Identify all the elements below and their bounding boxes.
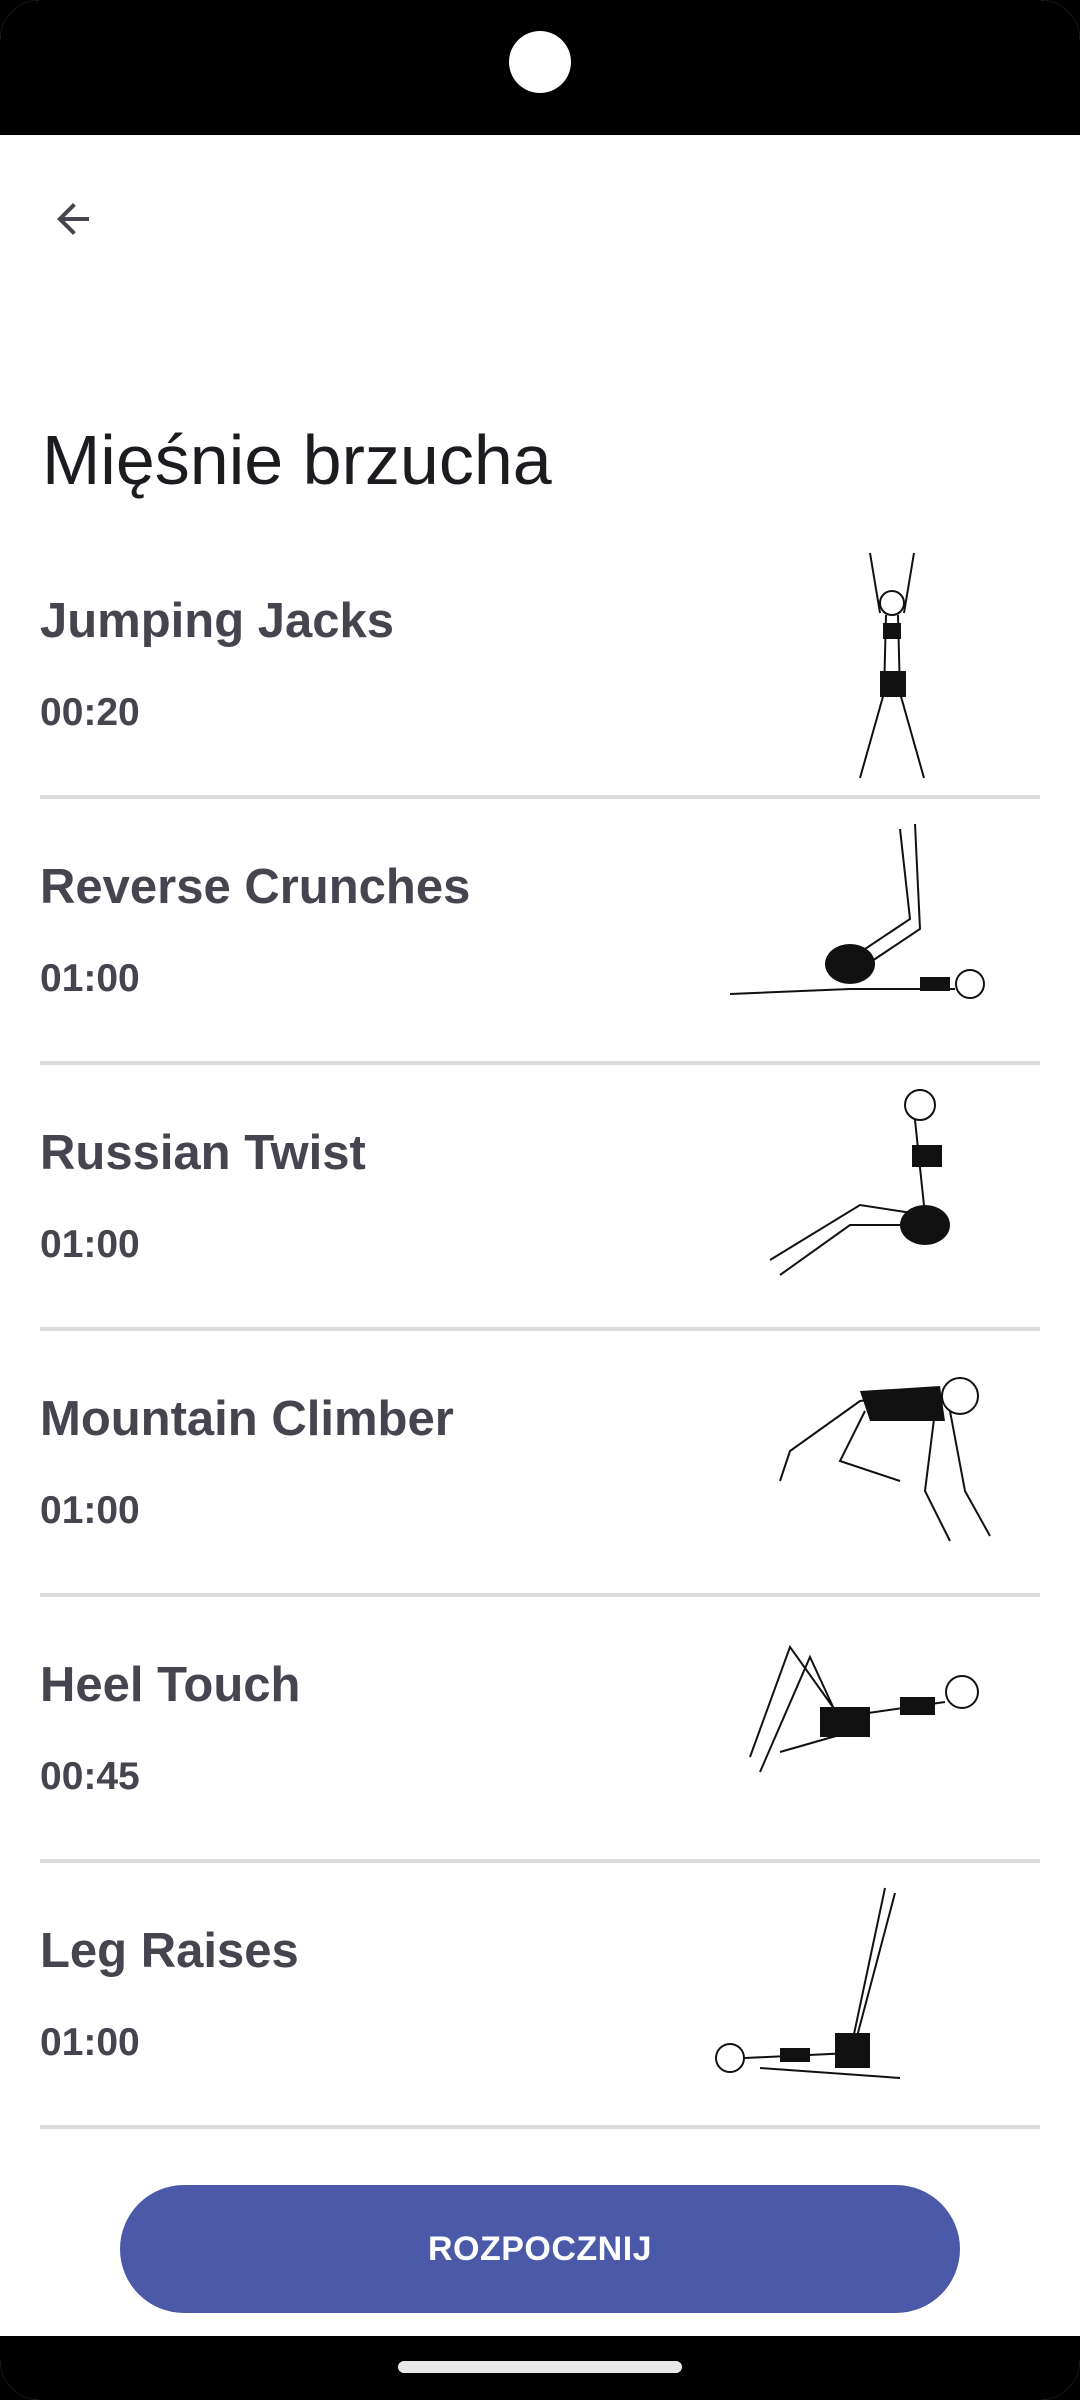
exercise-item-jumping-jacks[interactable]: Jumping Jacks 00:20 xyxy=(40,533,1040,799)
exercise-item-reverse-crunches[interactable]: Reverse Crunches 01:00 xyxy=(40,799,1040,1065)
exercise-duration: 01:00 xyxy=(40,957,140,1000)
exercise-name: Heel Touch xyxy=(40,1658,301,1712)
exercise-item-heel-touch[interactable]: Heel Touch 00:45 xyxy=(40,1597,1040,1863)
navigation-bar xyxy=(0,2336,1080,2400)
status-bar xyxy=(0,0,1080,135)
exercise-name: Mountain Climber xyxy=(40,1392,454,1446)
exercise-duration: 00:45 xyxy=(40,1755,140,1798)
arrow-back-icon xyxy=(57,203,89,235)
home-indicator[interactable] xyxy=(398,2361,682,2373)
mountain-climber-illustration xyxy=(779,1377,991,1542)
heel-touch-illustration xyxy=(749,1644,979,1773)
exercise-name: Jumping Jacks xyxy=(40,594,395,648)
exercise-item-mountain-climber[interactable]: Mountain Climber 01:00 xyxy=(40,1331,1040,1597)
exercise-duration: 00:20 xyxy=(40,691,140,734)
jumping-jacks-illustration xyxy=(859,552,925,779)
exercise-duration: 01:00 xyxy=(40,2021,140,2064)
russian-twist-illustration xyxy=(769,1089,950,1276)
camera-cutout xyxy=(509,31,571,93)
exercise-duration: 01:00 xyxy=(40,1489,140,1532)
exercise-name: Russian Twist xyxy=(40,1126,366,1180)
exercise-duration: 01:00 xyxy=(40,1223,140,1266)
back-button[interactable] xyxy=(40,186,106,252)
reverse-crunches-illustration xyxy=(729,823,985,999)
start-button[interactable]: ROZPOCZNIJ xyxy=(120,2185,960,2313)
screen: Mięśnie brzucha Jumping Jacks 00:20 Reve… xyxy=(0,0,1080,2400)
leg-raises-illustration xyxy=(715,1887,901,2079)
exercise-item-leg-raises[interactable]: Leg Raises 01:00 xyxy=(40,1863,1040,2129)
page-title: Mięśnie brzucha xyxy=(42,421,552,499)
exercise-item-russian-twist[interactable]: Russian Twist 01:00 xyxy=(40,1065,1040,1331)
exercise-name: Leg Raises xyxy=(40,1924,299,1978)
exercise-name: Reverse Crunches xyxy=(40,860,471,914)
exercise-list: Jumping Jacks 00:20 Reverse Crunches 01:… xyxy=(40,533,1040,2129)
